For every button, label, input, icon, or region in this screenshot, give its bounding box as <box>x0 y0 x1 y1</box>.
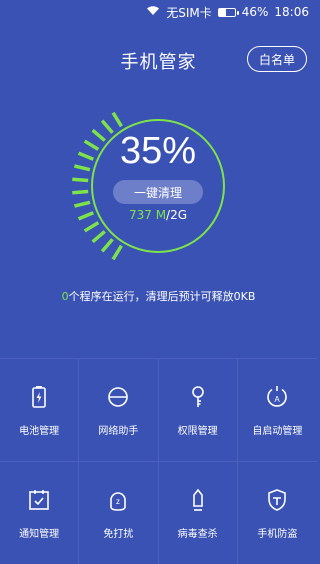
tool-label: 病毒查杀 <box>177 528 218 540</box>
gauge-tick <box>72 189 89 195</box>
tool-autostart-management[interactable]: A 自启动管理 <box>237 358 317 461</box>
battery-percent: 46% <box>241 5 269 19</box>
memory-gauge: 35% 一键清理 737 M/2G <box>68 96 248 276</box>
tool-notification-management[interactable]: 通知管理 <box>0 461 80 564</box>
status-bar: 无SIM卡 46% 18:06 <box>0 0 317 24</box>
tool-anti-theft[interactable]: 手机防盗 <box>237 461 317 564</box>
tool-label: 网络助手 <box>98 425 139 437</box>
tool-label: 通知管理 <box>19 528 60 540</box>
tool-label: 免打扰 <box>103 528 134 540</box>
virus-scan-icon <box>192 488 203 511</box>
gauge-tick <box>111 111 123 128</box>
notification-icon <box>29 489 49 510</box>
gauge-tick <box>73 200 91 208</box>
tool-virus-scan[interactable]: 病毒查杀 <box>158 461 238 564</box>
gauge-tick <box>72 177 89 183</box>
tool-battery-management[interactable]: 电池管理 <box>0 358 80 461</box>
memory-percent: 35% <box>119 130 197 172</box>
whitelist-button[interactable]: 白名单 <box>247 46 307 72</box>
anti-theft-icon <box>268 488 287 511</box>
memory-total: /2G <box>166 208 188 222</box>
network-icon <box>108 386 129 407</box>
tool-label: 手机防盗 <box>257 528 298 540</box>
svg-text:z: z <box>116 497 120 506</box>
gauge-tick <box>91 230 106 244</box>
tool-grid: 电池管理 网络助手 权限管理 A 自启动管理 通知管理 z 免打扰 病毒查杀 手… <box>0 358 317 564</box>
sim-status: 无SIM卡 <box>166 5 212 20</box>
wifi-icon <box>146 5 160 20</box>
clock: 18:06 <box>274 5 309 19</box>
tool-label: 权限管理 <box>177 425 218 437</box>
do-not-disturb-icon: z <box>110 491 127 511</box>
one-key-clean-button[interactable]: 一键清理 <box>113 180 203 204</box>
running-text: 个程序在运行，清理后预计可释放0KB <box>68 290 256 303</box>
running-info: 0个程序在运行，清理后预计可释放0KB <box>0 288 317 304</box>
key-icon <box>191 385 204 407</box>
autostart-icon: A <box>267 385 288 407</box>
gauge-tick <box>83 221 100 233</box>
battery-icon <box>32 385 46 408</box>
tool-do-not-disturb[interactable]: z 免打扰 <box>79 461 159 564</box>
running-count: 0 <box>61 290 69 303</box>
svg-text:A: A <box>275 395 281 404</box>
memory-used: 737 M <box>128 208 167 222</box>
gauge-tick <box>111 244 123 261</box>
battery-icon <box>217 7 239 17</box>
tool-label: 自启动管理 <box>252 425 303 437</box>
tool-permission-management[interactable]: 权限管理 <box>158 358 238 461</box>
memory-usage: 737 M/2G <box>68 208 248 222</box>
gauge-tick <box>100 238 114 253</box>
tool-network-assistant[interactable]: 网络助手 <box>79 358 159 461</box>
tool-label: 电池管理 <box>19 425 60 437</box>
